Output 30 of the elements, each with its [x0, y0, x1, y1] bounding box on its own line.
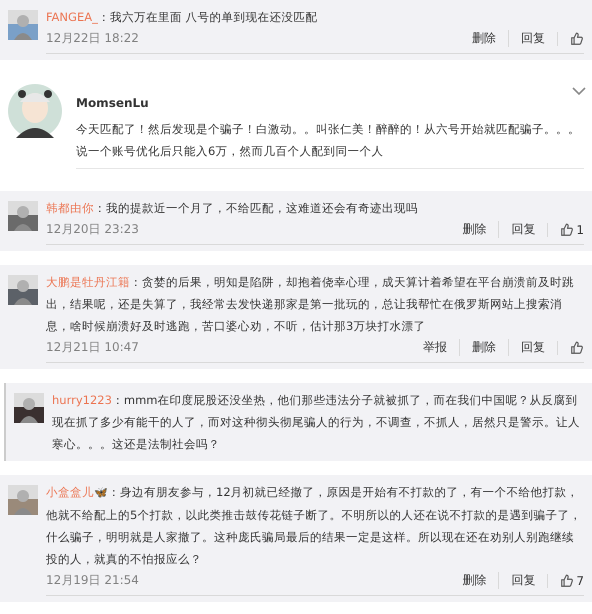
chevron-down-icon[interactable]	[572, 86, 586, 96]
action-link[interactable]: 举报	[411, 339, 459, 356]
comment-date: 12月20日 23:23	[46, 221, 139, 238]
action-link[interactable]: 回复	[508, 339, 557, 356]
action-link[interactable]: 回复	[498, 221, 548, 238]
action-link[interactable]: 删除	[459, 339, 508, 356]
thumbs-up-icon	[560, 574, 574, 588]
comment-text: hurry1223：mmm在印度屁股还没坐热，他们那些违法分子就被抓了，而在我们中国呢？从反腐到现在抓了多少有能干的人了，而对这种彻头彻尾骗人的行为，不调查，不抓人，居然只是警示。让人寒心。。。这还是法制社会吗？	[52, 392, 581, 453]
comment-text: FANGEA_：我六万在里面 八号的单到现在还没匹配	[46, 9, 318, 26]
like-button[interactable]	[557, 340, 584, 354]
like-button[interactable]: 7	[547, 574, 584, 588]
like-button[interactable]: 1	[547, 222, 584, 236]
comment-date: 12月22日 18:22	[46, 30, 139, 47]
author-name[interactable]: MomsenLu	[76, 96, 584, 110]
action-link[interactable]: 删除	[460, 30, 508, 47]
post-text: 今天匹配了！然后发现是个骗子！白激动。。叫张仁美！醉醉的！从六号开始就匹配骗子。。。	[76, 121, 581, 138]
thumbs-up-icon	[570, 32, 584, 46]
post-text: 说一个账号优化后只能入6万，然而几百个人配到同一个人	[76, 143, 384, 160]
action-link[interactable]: 回复	[498, 572, 548, 589]
action-link[interactable]: 删除	[450, 221, 498, 238]
thumbs-up-icon	[560, 222, 574, 236]
comment-text: 韩都由你：我的提款近一个月了，不给匹配，这难道还会有奇迹出现吗	[46, 200, 419, 217]
action-link[interactable]: 删除	[450, 572, 498, 589]
comment-text: 大鹏是牡丹江籍：贪婪的后果，明知是陷阱，却抱着侥幸心理，成天算计着希望在平台崩溃前及时跳出，结果呢，还是失算了，我经常去发快递那家是第一批玩的，总让我帮忙在俄罗斯网站上搜索消息，啥时候崩溃好及时逃跑，苦口婆心劝，不听，估计那3万块打水漂了	[46, 274, 575, 335]
comment-text: 小盒盒儿🦋：身边有朋友参与，12月初就已经撤了，原因是开始有不打款的了，有一个不给他打款，他就不给配上的5个打款，以此类推击鼓传花链子断了。不明所以的人还在说不打款的是遇到骗子了，什么骗子，明明就是人家撤了。这种庞氏骗局最后的结果一定是这样。所以现在还在劝别人别跑继续投的人，就真的不怕报应么？	[46, 484, 582, 568]
like-button[interactable]	[557, 32, 584, 46]
comment-date: 12月21日 10:47	[46, 339, 139, 356]
action-link[interactable]: 回复	[508, 30, 557, 47]
comment-date: 12月19日 21:54	[46, 572, 139, 589]
thumbs-up-icon	[570, 340, 584, 354]
